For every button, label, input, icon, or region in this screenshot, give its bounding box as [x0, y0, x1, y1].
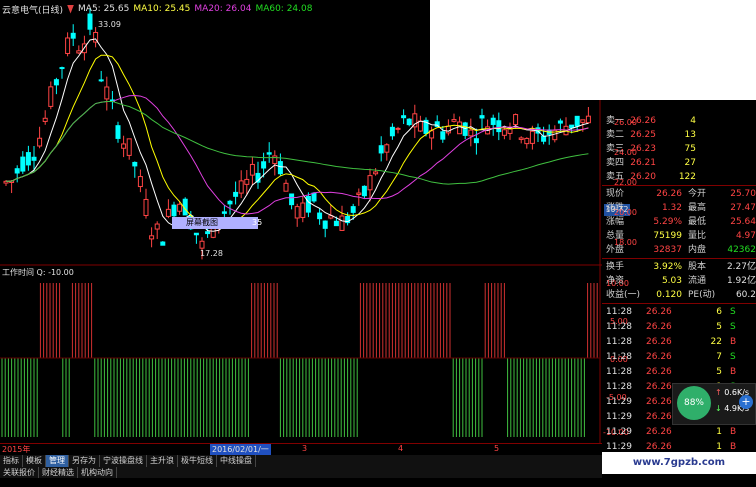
low-price-label: 17.28 — [200, 249, 223, 258]
ask-row-2[interactable]: 卖二 26.25 13 — [602, 128, 756, 142]
site-watermark: www.7gpzb.com — [602, 452, 756, 474]
tab-bull-short[interactable]: 极牛短线 — [178, 455, 217, 467]
quote-row: 外盘 32837 内盘 42362 — [606, 245, 756, 255]
tab-related-quote[interactable]: 关联报价 — [0, 467, 39, 478]
quote-row: 现价 26.26 今开 25.70 — [606, 189, 756, 199]
quote-panel: 卖一 26.26 4 卖二 26.25 13 卖三 26.23 75 卖四 26.21 27 卖… — [602, 114, 756, 304]
month-mark: 5 — [494, 444, 500, 453]
info-tab-bar: 关联报价 财经精选 机构动向 — [0, 467, 602, 478]
tooltip-label: 屏幕截图 — [186, 218, 218, 227]
tab-ningbo[interactable]: 宁波操盘线 — [100, 455, 147, 467]
ask-row-3[interactable]: 卖三 26.23 75 — [602, 142, 756, 156]
fund-row: 收益(一) 0.120 PE(动) 60.2 — [606, 290, 756, 300]
tab-template[interactable]: 模板 — [23, 455, 46, 467]
quote-row: 涨幅 5.29% 最低 25.64 — [606, 217, 756, 227]
ask-row-5[interactable]: 卖五 26.20 122 — [602, 170, 756, 184]
tab-institution[interactable]: 机构动向 — [78, 467, 117, 478]
cursor-date: 2016/02/01/一 — [210, 444, 271, 455]
quote-row: 总量 75199 量比 4.97 — [606, 231, 756, 241]
network-speed-widget[interactable]: 88% ↑ 0.6K/s ↓ 4.9K/s + — [672, 383, 756, 425]
month-mark: 4 — [398, 444, 404, 453]
fund-row: 净资 5.03 流通 1.92亿 — [606, 276, 756, 286]
stock-name: 云意电气(日线) — [2, 5, 64, 16]
year-label: 2015年 — [2, 445, 31, 454]
ask-row-4[interactable]: 卖四 26.21 27 — [602, 156, 756, 170]
tab-save-as[interactable]: 另存为 — [69, 455, 100, 467]
fund-row: 换手 3.92% 股本 2.27亿 — [606, 262, 756, 272]
expand-plus-icon[interactable]: + — [739, 395, 753, 409]
indicator-title: 工作时间 Q: -10.00 — [2, 268, 74, 277]
marker-arrow-icon — [67, 4, 75, 14]
trade-row: 11:28 26.26 5 S — [606, 322, 736, 332]
ma20-value: MA20: 26.04 — [194, 4, 252, 14]
ma10-value: MA10: 25.45 — [133, 4, 191, 14]
trade-row: 11:28 26.26 22 B — [606, 337, 737, 347]
tab-manage[interactable]: 管理 — [46, 455, 69, 467]
date-axis: 2015年 2016/02/01/一 3 4 5 — [0, 443, 602, 455]
chart-legend: 云意电气(日线) MA5: 25.65 MA10: 25.45 MA20: 26… — [0, 0, 432, 18]
quote-row: 涨跌 1.32 最高 27.47 — [606, 203, 756, 213]
trade-row: 11:29 26.26 1 B — [606, 427, 737, 437]
tab-mid-line[interactable]: 中线操盘 — [217, 455, 256, 467]
tab-main-rise[interactable]: 主升浪 — [147, 455, 178, 467]
ma5-value: MA5: 25.65 — [78, 4, 130, 14]
trade-row: 11:28 26.26 5 B — [606, 367, 737, 377]
memory-usage-donut: 88% — [677, 386, 711, 420]
ask-row-1[interactable]: 卖一 26.26 4 — [602, 114, 756, 128]
screenshot-tooltip: 屏幕截图 35 — [172, 217, 262, 229]
tick-list: 11:28 26.26 6 S 11:28 26.26 5 S 11:28 26.26 22 B … — [602, 303, 756, 453]
trade-row: 11:28 26.26 7 S — [606, 352, 736, 362]
tab-indicator[interactable]: 指标 — [0, 455, 23, 467]
high-price-label: 33.09 — [98, 20, 121, 29]
blank-area — [430, 0, 756, 100]
trade-row: 11:28 26.26 6 S — [606, 307, 736, 317]
tab-finance-picks[interactable]: 财经精选 — [39, 467, 78, 478]
ma60-value: MA60: 24.08 — [255, 4, 313, 14]
indicator-tab-bar: 指标 模板 管理 另存为 宁波操盘线 主升浪 极牛短线 中线操盘 — [0, 455, 602, 467]
tooltip-value: 35 — [252, 218, 263, 227]
month-mark: 3 — [302, 444, 308, 453]
